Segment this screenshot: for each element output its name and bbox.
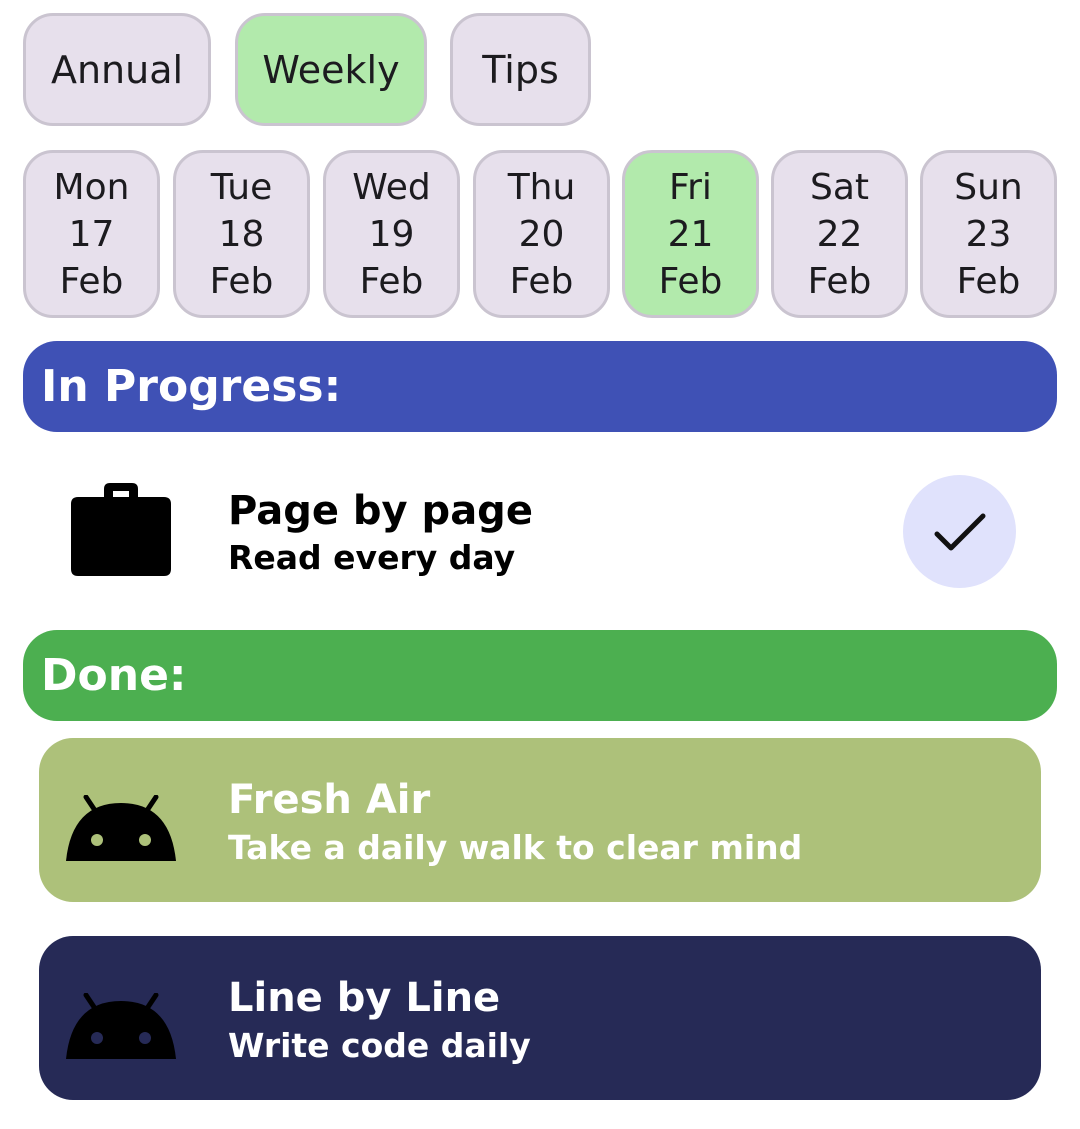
- day-chip-sat[interactable]: Sat 22 Feb: [771, 150, 908, 318]
- day-weekday: Wed: [352, 166, 431, 208]
- day-month: Feb: [658, 260, 723, 302]
- task-title: Fresh Air: [228, 777, 431, 823]
- day-chip-fri[interactable]: Fri 21 Feb: [622, 150, 759, 318]
- day-weekday: Mon: [53, 166, 130, 208]
- day-date: 20: [518, 213, 565, 255]
- section-title: Done:: [41, 650, 187, 701]
- day-weekday: Tue: [210, 166, 273, 208]
- check-icon: [934, 513, 985, 550]
- tab-annual[interactable]: Annual: [23, 13, 211, 126]
- android-icon: [66, 795, 176, 861]
- tab-label: Annual: [50, 47, 184, 92]
- day-weekday: Sun: [954, 166, 1023, 208]
- task-subtitle: Take a daily walk to clear mind: [228, 828, 803, 867]
- done-header: Done:: [23, 630, 1057, 721]
- day-chip-thu[interactable]: Thu 20 Feb: [473, 150, 610, 318]
- day-month: Feb: [59, 260, 124, 302]
- day-date: 18: [218, 213, 265, 255]
- day-weekday: Sat: [809, 166, 870, 208]
- day-chip-mon[interactable]: Mon 17 Feb: [23, 150, 160, 318]
- day-month: Feb: [509, 260, 574, 302]
- briefcase-icon: [71, 483, 171, 576]
- day-date: 23: [965, 213, 1012, 255]
- done-task-card[interactable]: [39, 738, 1041, 902]
- done-task-card[interactable]: [39, 936, 1041, 1100]
- day-date: 19: [368, 213, 415, 255]
- section-title: In Progress:: [41, 361, 342, 412]
- day-date: 21: [667, 213, 714, 255]
- day-weekday: Fri: [669, 166, 712, 208]
- day-chip-wed[interactable]: Wed 19 Feb: [323, 150, 460, 318]
- tab-tips[interactable]: Tips: [450, 13, 591, 126]
- task-title: Page by page: [228, 488, 533, 534]
- tab-weekly[interactable]: Weekly: [235, 13, 427, 126]
- day-weekday: Thu: [507, 166, 576, 208]
- mark-done-button[interactable]: [903, 475, 1016, 588]
- day-chip-sun[interactable]: Sun 23 Feb: [920, 150, 1057, 318]
- task-subtitle: Read every day: [228, 538, 516, 577]
- tab-label: Weekly: [262, 47, 400, 92]
- day-date: 22: [816, 213, 863, 255]
- day-chip-tue[interactable]: Tue 18 Feb: [173, 150, 310, 318]
- task-title: Line by Line: [228, 975, 501, 1021]
- day-month: Feb: [359, 260, 424, 302]
- day-date: 17: [68, 213, 115, 255]
- task-subtitle: Write code daily: [228, 1026, 531, 1065]
- day-month: Feb: [209, 260, 274, 302]
- tab-label: Tips: [482, 47, 559, 92]
- in-progress-header: In Progress:: [23, 341, 1057, 432]
- day-month: Feb: [807, 260, 872, 302]
- day-month: Feb: [956, 260, 1021, 302]
- android-icon: [66, 993, 176, 1059]
